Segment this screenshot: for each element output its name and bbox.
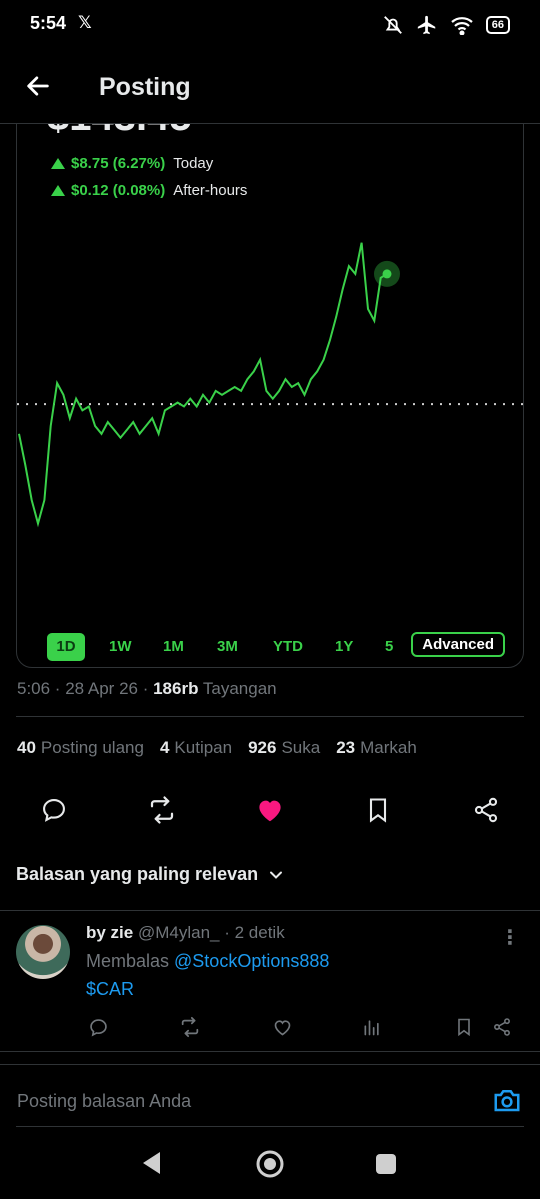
system-navigation-bar bbox=[0, 1128, 540, 1199]
wifi-icon bbox=[451, 17, 473, 35]
after-hours-value: $0.12 (0.08%) bbox=[71, 182, 166, 199]
like-button[interactable] bbox=[250, 790, 290, 830]
reply-bookmark-button[interactable] bbox=[452, 1015, 476, 1039]
reply-icon bbox=[43, 799, 65, 822]
today-change-value: $8.75 (6.27%) bbox=[71, 155, 166, 172]
price-line-chart[interactable] bbox=[17, 231, 523, 621]
more-options-icon[interactable]: ⋮ bbox=[500, 925, 520, 950]
replying-prefix: Membalas bbox=[86, 951, 175, 971]
battery-icon: 66 bbox=[485, 16, 510, 34]
stat-likes[interactable]: 926 Suka bbox=[248, 738, 320, 758]
reply-share-button[interactable] bbox=[490, 1015, 514, 1039]
view-label: Tayangan bbox=[202, 679, 277, 698]
reply-author[interactable]: by zie @M4ylan_ · 2 detik bbox=[86, 923, 285, 943]
up-triangle-icon bbox=[51, 185, 65, 196]
share-icon bbox=[494, 1018, 510, 1036]
avatar[interactable] bbox=[16, 925, 70, 979]
status-icons: 66 bbox=[382, 14, 510, 36]
nav-recents-icon[interactable] bbox=[375, 1153, 397, 1175]
range-1d[interactable]: 1D bbox=[47, 633, 85, 661]
chevron-down-icon bbox=[270, 871, 283, 879]
reply-views-button[interactable] bbox=[360, 1015, 384, 1039]
repost-icon bbox=[181, 1016, 199, 1038]
range-5y[interactable]: 5Y bbox=[385, 633, 393, 661]
reply-like-button[interactable] bbox=[270, 1015, 294, 1039]
reply-time: · 2 detik bbox=[224, 923, 285, 942]
repost-button[interactable] bbox=[142, 790, 182, 830]
airplane-icon bbox=[417, 15, 435, 35]
replying-to: Membalas @StockOptions888 bbox=[86, 951, 329, 972]
reply-input[interactable]: Posting balasan Anda bbox=[17, 1091, 191, 1112]
camera-icon[interactable] bbox=[492, 1085, 522, 1115]
bookmark-button[interactable] bbox=[358, 790, 398, 830]
range-selector: 5Y 1Y YTD 3M 1M 1W 1D Advanced bbox=[47, 632, 517, 661]
range-1w[interactable]: 1W bbox=[109, 633, 132, 661]
status-bar: 5:54 𝕏 66 bbox=[0, 0, 540, 50]
up-triangle-icon bbox=[51, 158, 65, 169]
top-app-bar: Posting bbox=[0, 50, 540, 124]
today-change: $8.75 (6.27%) Today bbox=[51, 155, 213, 172]
reply-composer[interactable]: Posting balasan Anda bbox=[0, 1064, 540, 1127]
heart-icon bbox=[274, 1019, 290, 1035]
after-hours-change: $0.12 (0.08%) After-hours bbox=[51, 182, 247, 199]
stock-card[interactable]: $143.45 $8.75 (6.27%) Today $0.12 (0.08%… bbox=[16, 100, 524, 668]
nav-home-icon[interactable] bbox=[255, 1149, 285, 1179]
reply-action-bar bbox=[86, 1015, 526, 1039]
price-series-line bbox=[18, 242, 388, 528]
current-price-dot bbox=[382, 269, 392, 279]
heart-filled-icon bbox=[259, 800, 281, 822]
author-handle: @M4ylan_ bbox=[137, 923, 220, 942]
today-label: Today bbox=[173, 155, 214, 172]
replying-to-link[interactable]: @StockOptions888 bbox=[174, 951, 329, 971]
x-app-icon: 𝕏 bbox=[78, 13, 92, 32]
analytics-icon bbox=[364, 1020, 379, 1036]
range-3m[interactable]: 3M bbox=[217, 633, 238, 661]
back-arrow-icon[interactable] bbox=[24, 72, 52, 100]
reply-icon bbox=[89, 1018, 107, 1036]
reply-item[interactable]: by zie @M4ylan_ · 2 detik ⋮ Membalas @St… bbox=[0, 910, 540, 1052]
stat-bookmarks[interactable]: 23 Markah bbox=[336, 738, 417, 758]
author-name: by zie bbox=[86, 923, 134, 942]
share-icon bbox=[474, 797, 498, 823]
page-title: Posting bbox=[99, 73, 191, 101]
view-count: 186rb bbox=[153, 679, 199, 698]
post-timestamp: 5:06 · 28 Apr 26 · bbox=[17, 679, 154, 698]
after-hours-label: After-hours bbox=[173, 182, 248, 199]
mute-icon bbox=[383, 16, 402, 34]
reply-button[interactable] bbox=[34, 790, 74, 830]
divider bbox=[16, 716, 524, 717]
nav-back-icon[interactable] bbox=[140, 1150, 164, 1176]
stat-reposts[interactable]: 40 Posting ulang bbox=[17, 738, 144, 758]
sort-label: Balasan yang paling relevan bbox=[16, 864, 259, 884]
engagement-stats: 40 Posting ulang 4 Kutipan 926 Suka 23 Marka… bbox=[17, 738, 417, 758]
divider bbox=[16, 1126, 524, 1127]
post-meta: 5:06 · 28 Apr 26 · 186rb Tayangan bbox=[17, 679, 277, 699]
range-1y[interactable]: 1Y bbox=[335, 633, 353, 661]
post-action-bar bbox=[30, 790, 510, 830]
reply-sort-dropdown[interactable]: Balasan yang paling relevan bbox=[16, 864, 286, 885]
bookmark-icon bbox=[458, 1018, 470, 1037]
status-time: 5:54 bbox=[30, 13, 67, 33]
bookmark-icon bbox=[369, 798, 387, 823]
stat-quotes[interactable]: 4 Kutipan bbox=[160, 738, 232, 758]
reply-text[interactable]: $CAR bbox=[86, 979, 134, 1000]
advanced-button[interactable]: Advanced bbox=[411, 632, 505, 657]
repost-icon bbox=[150, 796, 174, 824]
share-button[interactable] bbox=[466, 790, 506, 830]
range-1m[interactable]: 1M bbox=[163, 633, 184, 661]
reply-reply-button[interactable] bbox=[86, 1015, 110, 1039]
reply-repost-button[interactable] bbox=[178, 1015, 202, 1039]
range-ytd[interactable]: YTD bbox=[273, 633, 303, 661]
